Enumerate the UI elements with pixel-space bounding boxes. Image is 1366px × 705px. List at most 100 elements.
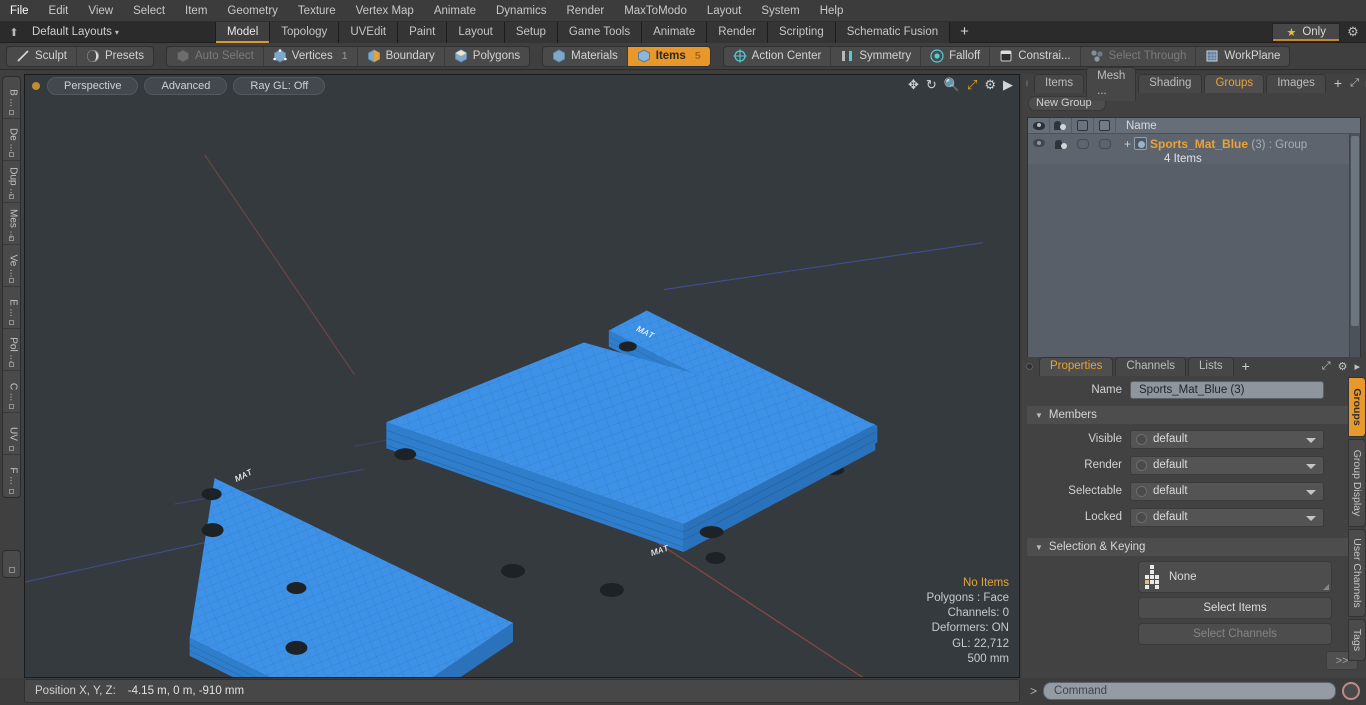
row-selectable-toggle[interactable] <box>1072 136 1094 164</box>
move-icon[interactable]: ✥ <box>908 78 919 92</box>
tab-shading[interactable]: Shading <box>1138 74 1203 93</box>
tab-paint[interactable]: Paint <box>398 21 448 43</box>
expander-icon[interactable]: + <box>1124 137 1131 151</box>
column-locked[interactable] <box>1094 117 1116 134</box>
home-icon[interactable]: ⬆ <box>4 26 24 39</box>
menu-item-geometry[interactable]: Geometry <box>217 1 288 21</box>
left-tab-extra[interactable] <box>2 550 21 578</box>
selectable-knob-icon[interactable] <box>1136 485 1147 497</box>
fit-icon[interactable]: ⤢ <box>967 78 977 92</box>
tab-lists[interactable]: Lists <box>1188 357 1234 376</box>
selection-keying-section-header[interactable]: ▼ Selection & Keying <box>1027 538 1361 556</box>
tab-schematic-fusion[interactable]: Schematic Fusion <box>835 21 951 43</box>
menu-item-help[interactable]: Help <box>810 1 854 21</box>
resize-corner-icon[interactable] <box>1323 584 1329 590</box>
vertices-button[interactable]: Vertices 1 <box>264 46 358 66</box>
column-visibility[interactable] <box>1028 117 1050 134</box>
tab-layout[interactable]: Layout <box>447 21 505 43</box>
visible-dropdown[interactable]: default <box>1130 429 1324 449</box>
left-tab-edge[interactable]: E ... <box>3 287 20 329</box>
left-tab-polygon[interactable]: Pol ... <box>3 329 20 371</box>
tab-mesh[interactable]: Mesh ... <box>1086 66 1137 101</box>
expand-icon[interactable]: ⤢ <box>1350 77 1359 90</box>
render-knob-icon[interactable] <box>1136 459 1147 471</box>
tab-setup[interactable]: Setup <box>504 21 558 43</box>
selection-set-field[interactable]: None <box>1138 561 1332 593</box>
locked-dropdown[interactable]: default <box>1130 507 1324 527</box>
default-layouts-dropdown[interactable]: Default Layouts ▾ <box>24 23 127 42</box>
expand-icon[interactable]: ⤢ <box>1322 360 1331 373</box>
menu-item-select[interactable]: Select <box>123 1 175 21</box>
menu-item-view[interactable]: View <box>78 1 123 21</box>
locked-knob-icon[interactable] <box>1136 511 1147 523</box>
zoom-icon[interactable]: 🔍 <box>944 78 960 92</box>
record-icon[interactable] <box>1342 682 1360 700</box>
side-tab-user-channels[interactable]: User Channels <box>1348 529 1366 617</box>
side-tab-tags[interactable]: Tags <box>1348 619 1366 661</box>
tab-uvedit[interactable]: UVEdit <box>339 21 399 43</box>
menu-item-animate[interactable]: Animate <box>424 1 486 21</box>
boundary-button[interactable]: Boundary <box>358 46 445 66</box>
left-tab-deform[interactable]: De ... <box>3 119 20 161</box>
viewport-indicator-dot[interactable] <box>32 82 40 90</box>
menu-item-render[interactable]: Render <box>556 1 614 21</box>
menu-item-file[interactable]: File <box>0 1 39 21</box>
menu-item-edit[interactable]: Edit <box>39 1 79 21</box>
falloff-button[interactable]: Falloff <box>921 46 991 66</box>
menu-item-dynamics[interactable]: Dynamics <box>486 1 556 21</box>
viewport-raygl-dropdown[interactable]: Ray GL: Off <box>233 77 326 95</box>
menu-item-item[interactable]: Item <box>175 1 217 21</box>
gear-icon[interactable]: ⚙ <box>984 78 996 92</box>
constraint-button[interactable]: Constrai... <box>990 46 1081 66</box>
left-tab-uv[interactable]: UV <box>3 413 20 455</box>
tab-animate[interactable]: Animate <box>642 21 708 43</box>
polygons-button[interactable]: Polygons <box>445 47 529 66</box>
group-list-scrollbar[interactable] <box>1349 134 1360 391</box>
viewport-perspective-dropdown[interactable]: Perspective <box>47 77 139 95</box>
tab-topology[interactable]: Topology <box>270 21 340 43</box>
tab-scripting[interactable]: Scripting <box>767 21 836 43</box>
row-visibility-toggle[interactable] <box>1028 136 1050 164</box>
column-render[interactable] <box>1050 117 1072 134</box>
command-input[interactable]: Command <box>1043 682 1336 700</box>
scrollbar-thumb[interactable] <box>1351 136 1359 326</box>
auto-select-button[interactable]: Auto Select <box>167 46 264 66</box>
left-tab-curve[interactable]: C ... <box>3 371 20 413</box>
selectable-dropdown[interactable]: default <box>1130 481 1324 501</box>
group-list[interactable]: Name + Sports_Mat_Blue (3) : Group 4 Item… <box>1027 117 1361 392</box>
side-tab-groups[interactable]: Groups <box>1348 377 1366 437</box>
viewport-shading-dropdown[interactable]: Advanced <box>144 77 228 95</box>
presets-button[interactable]: Presets <box>77 47 153 66</box>
render-dropdown[interactable]: default <box>1130 455 1324 475</box>
gear-icon[interactable]: ⚙ <box>1340 24 1366 40</box>
chevron-right-icon[interactable]: ▸ <box>1354 360 1360 373</box>
materials-button[interactable]: Materials <box>543 46 628 66</box>
left-tab-fusion[interactable]: F ... <box>3 455 20 497</box>
properties-menu-dot[interactable] <box>1026 363 1033 370</box>
workplane-button[interactable]: WorkPlane <box>1196 47 1289 66</box>
visible-knob-icon[interactable] <box>1136 433 1147 445</box>
left-tab-mesh[interactable]: Mes ... <box>3 203 20 245</box>
action-center-button[interactable]: Action Center <box>724 46 832 66</box>
items-button[interactable]: Items 5 <box>627 46 710 66</box>
left-tab-vertex[interactable]: Ve ... <box>3 245 20 287</box>
3d-viewport[interactable]: ᴍᴀᴛ ᴍᴀᴛ ᴍᴀᴛ Perspective Advanced Ray GL:… <box>24 74 1020 678</box>
play-icon[interactable]: ▶ <box>1003 78 1013 92</box>
select-through-button[interactable]: Select Through <box>1081 46 1197 66</box>
menu-item-texture[interactable]: Texture <box>288 1 346 21</box>
menu-item-layout[interactable]: Layout <box>697 1 752 21</box>
select-items-button[interactable]: Select Items <box>1138 597 1332 619</box>
tab-channels[interactable]: Channels <box>1115 357 1187 376</box>
left-tab-duplicate[interactable]: Dup ... <box>3 161 20 203</box>
side-tab-group-display[interactable]: Group Display <box>1348 439 1366 527</box>
symmetry-button[interactable]: Symmetry <box>831 46 922 66</box>
add-tab-button[interactable]: + <box>950 22 979 42</box>
viewport-canvas[interactable]: ᴍᴀᴛ ᴍᴀᴛ ᴍᴀᴛ <box>25 75 1019 678</box>
rotate-icon[interactable]: ↻ <box>926 78 937 92</box>
only-toggle-button[interactable]: ★ Only <box>1272 22 1340 42</box>
add-panel-tab-button[interactable]: + <box>1328 76 1348 91</box>
column-selectable[interactable] <box>1072 117 1094 134</box>
sculpt-button[interactable]: Sculpt <box>7 46 77 66</box>
tab-model[interactable]: Model <box>214 21 271 43</box>
menu-item-system[interactable]: System <box>751 1 809 21</box>
